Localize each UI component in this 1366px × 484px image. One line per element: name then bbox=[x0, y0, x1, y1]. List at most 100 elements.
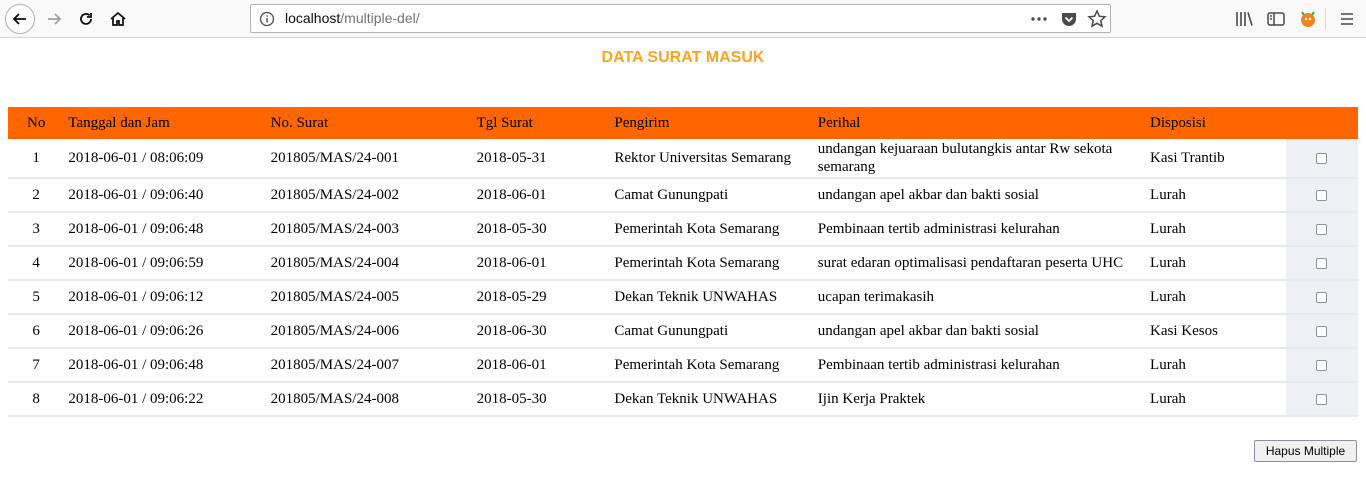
row-checkbox[interactable] bbox=[1316, 224, 1328, 236]
cell-pengirim: Pemerintah Kota Semarang bbox=[610, 348, 814, 383]
col-header-pengirim: Pengirim bbox=[614, 114, 670, 131]
cell-no: 6 bbox=[8, 314, 65, 349]
col-header-select bbox=[1286, 107, 1358, 139]
cell-tglsurat: 2018-05-30 bbox=[472, 212, 611, 247]
browser-toolbar: localhost/multiple-del/ bbox=[0, 0, 1366, 38]
extension-icon bbox=[1301, 11, 1315, 27]
cell-nosurat: 201805/MAS/24-008 bbox=[266, 382, 473, 417]
sidebar-button[interactable] bbox=[1265, 8, 1287, 30]
more-actions-icon[interactable] bbox=[1030, 11, 1048, 27]
cell-perihal: undangan apel akbar dan bakti sosial bbox=[813, 178, 1147, 213]
row-checkbox[interactable] bbox=[1316, 394, 1328, 406]
cell-tglsurat: 2018-06-01 bbox=[472, 246, 611, 281]
table-header: No Tanggal dan Jam No. Surat Tgl Surat P… bbox=[8, 107, 1358, 139]
row-checkbox[interactable] bbox=[1316, 153, 1328, 165]
cell-nosurat: 201805/MAS/24-003 bbox=[266, 212, 473, 247]
cell-tanggal: 2018-06-01 / 09:06:59 bbox=[64, 246, 267, 281]
cell-nosurat: 201805/MAS/24-006 bbox=[266, 314, 473, 349]
col-header-tglsurat: Tgl Surat bbox=[476, 114, 533, 131]
row-checkbox[interactable] bbox=[1316, 190, 1328, 202]
cell-no: 4 bbox=[8, 246, 65, 281]
reload-button[interactable] bbox=[72, 5, 100, 33]
cell-tanggal: 2018-06-01 / 09:06:26 bbox=[64, 314, 267, 349]
cell-select bbox=[1285, 212, 1358, 247]
menu-button[interactable] bbox=[1336, 8, 1358, 30]
cell-no: 5 bbox=[8, 280, 65, 315]
table-row: 2 2018-06-01 / 09:06:40 201805/MAS/24-00… bbox=[8, 178, 1358, 213]
table-row: 1 2018-06-01 / 08:06:09 201805/MAS/24-00… bbox=[8, 139, 1358, 179]
home-icon bbox=[110, 11, 126, 26]
toolbar-separator bbox=[1325, 8, 1326, 30]
info-icon[interactable] bbox=[259, 11, 275, 27]
cell-select bbox=[1285, 348, 1358, 383]
cell-tanggal: 2018-06-01 / 09:06:48 bbox=[64, 212, 267, 247]
cell-tglsurat: 2018-05-29 bbox=[472, 280, 611, 315]
cell-select bbox=[1285, 246, 1358, 281]
table-row: 5 2018-06-01 / 09:06:12 201805/MAS/24-00… bbox=[8, 280, 1358, 315]
col-header-tanggal: Tanggal dan Jam bbox=[68, 114, 170, 131]
cell-select bbox=[1285, 280, 1358, 315]
pocket-icon[interactable] bbox=[1060, 10, 1078, 28]
cell-pengirim: Dekan Teknik UNWAHAS bbox=[610, 280, 814, 315]
cell-pengirim: Camat Gunungpati bbox=[610, 178, 814, 213]
col-header-no: No bbox=[27, 114, 46, 131]
cell-disposisi: Lurah bbox=[1146, 178, 1286, 213]
cell-tglsurat: 2018-05-31 bbox=[472, 139, 611, 179]
cell-disposisi: Lurah bbox=[1146, 280, 1286, 315]
delete-multiple-button[interactable]: Hapus Multiple bbox=[1254, 440, 1357, 462]
cell-select bbox=[1285, 382, 1358, 417]
cell-select bbox=[1285, 139, 1358, 179]
col-header-nosurat: No. Surat bbox=[270, 114, 329, 131]
url-path: /multiple-del/ bbox=[340, 10, 420, 26]
cell-perihal: undangan apel akbar dan bakti sosial bbox=[813, 314, 1147, 349]
cell-perihal: Pembinaan tertib administrasi kelurahan bbox=[813, 348, 1147, 383]
cell-tglsurat: 2018-06-01 bbox=[472, 348, 611, 383]
forward-button[interactable] bbox=[40, 5, 68, 33]
cell-perihal: Ijin Kerja Praktek bbox=[813, 382, 1147, 417]
cell-perihal: Pembinaan tertib administrasi kelurahan bbox=[813, 212, 1147, 247]
cell-perihal: ucapan terimakasih bbox=[813, 280, 1147, 315]
cell-tanggal: 2018-06-01 / 08:06:09 bbox=[64, 139, 267, 179]
bookmark-star-icon[interactable] bbox=[1087, 9, 1107, 29]
cell-tanggal: 2018-06-01 / 09:06:22 bbox=[64, 382, 267, 417]
cell-tglsurat: 2018-06-30 bbox=[472, 314, 611, 349]
table-header-row: No Tanggal dan Jam No. Surat Tgl Surat P… bbox=[8, 107, 1358, 139]
cell-select bbox=[1285, 314, 1358, 349]
cell-tanggal: 2018-06-01 / 09:06:48 bbox=[64, 348, 267, 383]
row-checkbox[interactable] bbox=[1316, 360, 1328, 372]
sidebar-icon bbox=[1267, 12, 1285, 26]
row-checkbox[interactable] bbox=[1316, 326, 1328, 338]
back-button[interactable] bbox=[5, 4, 35, 34]
row-checkbox[interactable] bbox=[1316, 258, 1328, 270]
url-text[interactable]: localhost/multiple-del/ bbox=[285, 10, 420, 26]
library-button[interactable] bbox=[1233, 8, 1255, 30]
row-checkbox[interactable] bbox=[1316, 292, 1328, 304]
url-bar[interactable]: localhost/multiple-del/ bbox=[250, 4, 1111, 33]
cell-disposisi: Lurah bbox=[1146, 246, 1286, 281]
cell-disposisi: Lurah bbox=[1146, 348, 1286, 383]
cell-pengirim: Pemerintah Kota Semarang bbox=[610, 212, 814, 247]
url-host: localhost bbox=[285, 10, 341, 26]
cell-disposisi: Kasi Kesos bbox=[1146, 314, 1286, 349]
cell-no: 7 bbox=[8, 348, 65, 383]
library-icon bbox=[1236, 12, 1253, 26]
table-row: 8 2018-06-01 / 09:06:22 201805/MAS/24-00… bbox=[8, 382, 1358, 417]
home-button[interactable] bbox=[104, 5, 132, 33]
arrow-right-icon bbox=[48, 13, 62, 25]
cell-tglsurat: 2018-06-01 bbox=[472, 178, 611, 213]
cell-pengirim: Camat Gunungpati bbox=[610, 314, 814, 349]
table-row: 4 2018-06-01 / 09:06:59 201805/MAS/24-00… bbox=[8, 246, 1358, 281]
cell-pengirim: Pemerintah Kota Semarang bbox=[610, 246, 814, 281]
arrow-left-icon bbox=[12, 13, 26, 25]
cell-perihal: surat edaran optimalisasi pendaftaran pe… bbox=[813, 246, 1147, 281]
surat-masuk-table: No Tanggal dan Jam No. Surat Tgl Surat P… bbox=[8, 107, 1358, 417]
cell-no: 3 bbox=[8, 212, 65, 247]
table-row: 7 2018-06-01 / 09:06:48 201805/MAS/24-00… bbox=[8, 348, 1358, 383]
cell-perihal: undangan kejuaraan bulutangkis antar Rw … bbox=[813, 139, 1147, 179]
page-title: DATA SURAT MASUK bbox=[601, 49, 765, 66]
extension-button[interactable] bbox=[1297, 8, 1319, 30]
cell-nosurat: 201805/MAS/24-002 bbox=[266, 178, 473, 213]
reload-icon bbox=[80, 13, 92, 25]
col-header-disposisi: Disposisi bbox=[1150, 114, 1206, 131]
col-header-perihal: Perihal bbox=[817, 114, 861, 131]
